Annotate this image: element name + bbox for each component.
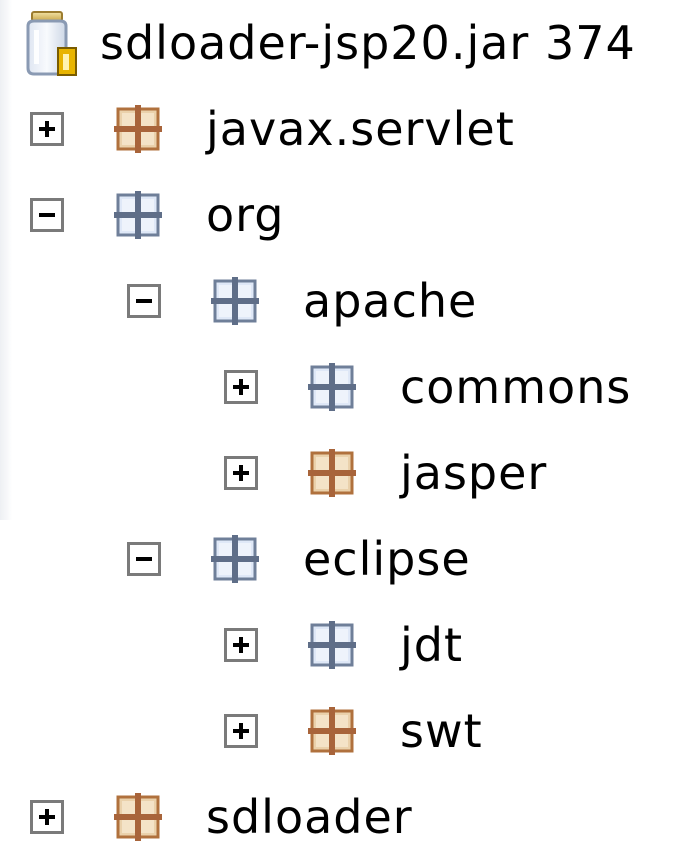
jar-icon [26, 11, 77, 76]
tree-item-label: commons [400, 360, 632, 414]
tree-item-org[interactable]: org [30, 172, 284, 258]
tree-item-label: sdloader [206, 790, 413, 844]
tree-item-label: apache [303, 274, 478, 328]
collapse-toggle[interactable] [127, 542, 161, 576]
package-icon [308, 363, 356, 411]
tree-item-label: eclipse [303, 532, 471, 586]
package-icon [211, 535, 259, 583]
tree-item-commons[interactable]: commons [224, 344, 631, 430]
package-icon [211, 277, 259, 325]
tree-item-apache[interactable]: apache [127, 258, 477, 344]
tree-item-jasper[interactable]: jasper [224, 430, 547, 516]
expand-toggle[interactable] [224, 456, 258, 490]
tree-item-jar[interactable]: sdloader-jsp20.jar 374 [22, 0, 636, 86]
package-icon [308, 707, 356, 755]
expand-toggle[interactable] [30, 112, 64, 146]
tree-item-jdt[interactable]: jdt [224, 602, 463, 688]
tree-item-label: swt [400, 704, 483, 758]
package-icon [114, 191, 162, 239]
package-icon [308, 621, 356, 669]
tree-item-label: jasper [400, 446, 548, 500]
package-icon [114, 105, 162, 153]
expand-toggle[interactable] [224, 628, 258, 662]
package-icon [114, 793, 162, 841]
tree-item-label: org [206, 188, 285, 242]
expand-toggle[interactable] [224, 714, 258, 748]
tree-item-label: javax.servlet [206, 102, 515, 156]
tree-item-label: jdt [400, 618, 464, 672]
package-explorer-tree: sdloader-jsp20.jar 374 javax.servlet org… [0, 0, 697, 853]
tree-item-eclipse[interactable]: eclipse [127, 516, 471, 602]
package-icon [308, 449, 356, 497]
tree-item-label: sdloader-jsp20.jar 374 [100, 16, 636, 70]
tree-item-javax-servlet[interactable]: javax.servlet [30, 86, 515, 172]
expand-toggle[interactable] [30, 800, 64, 834]
tree-item-swt[interactable]: swt [224, 688, 483, 774]
collapse-toggle[interactable] [127, 284, 161, 318]
expand-toggle[interactable] [224, 370, 258, 404]
collapse-toggle[interactable] [30, 198, 64, 232]
tree-item-sdloader[interactable]: sdloader [30, 774, 413, 853]
